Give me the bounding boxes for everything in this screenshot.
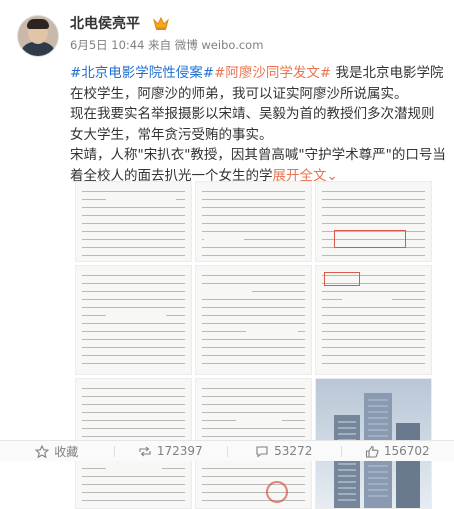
- comment-count: 53272: [274, 444, 312, 458]
- image-thumbnail[interactable]: [315, 265, 432, 375]
- image-thumbnail[interactable]: [75, 181, 192, 262]
- star-icon: [35, 445, 49, 458]
- like-count: 156702: [384, 444, 430, 458]
- avatar[interactable]: [18, 16, 58, 56]
- image-thumbnail[interactable]: [195, 265, 312, 375]
- repost-count: 172397: [157, 444, 203, 458]
- post-paragraph-2: 现在我要实名举报摄影以宋靖、吴毅为首的教授们多次潜规则女大学生，常年贪污受贿的事…: [70, 104, 446, 145]
- crown-icon[interactable]: [153, 16, 169, 30]
- repost-icon: [138, 445, 152, 458]
- comment-button[interactable]: 53272: [227, 441, 341, 461]
- username[interactable]: 北电侯亮平: [70, 13, 140, 33]
- comment-icon: [255, 445, 269, 458]
- thumbs-up-icon: [365, 445, 379, 458]
- post-meta: 6月5日 10:44 来自 微博 weibo.com: [70, 37, 263, 53]
- post-header: 北电侯亮平 6月5日 10:44 来自 微博 weibo.com: [0, 0, 454, 68]
- image-thumbnail[interactable]: [315, 181, 432, 262]
- hashtag-1[interactable]: #北京电影学院性侵案#: [70, 65, 214, 81]
- post-paragraph-1: #北京电影学院性侵案##阿廖沙同学发文# 我是北京电影学院在校学生，阿廖沙的师弟…: [70, 63, 446, 104]
- repost-button[interactable]: 172397: [114, 441, 228, 461]
- post-content: #北京电影学院性侵案##阿廖沙同学发文# 我是北京电影学院在校学生，阿廖沙的师弟…: [70, 63, 446, 187]
- post-text-3: 宋靖，人称"宋扒衣"教授，因其曾高喊"守护学术尊严"的口号当着全校人的面去扒光一…: [70, 147, 446, 184]
- action-bar: 收藏 172397 53272 156702: [0, 441, 454, 461]
- like-button[interactable]: 156702: [341, 441, 454, 461]
- favorite-button[interactable]: 收藏: [0, 441, 114, 461]
- image-thumbnail[interactable]: [75, 265, 192, 375]
- favorite-label: 收藏: [54, 443, 78, 460]
- hashtag-2[interactable]: #阿廖沙同学发文#: [214, 65, 331, 81]
- image-thumbnail[interactable]: [195, 181, 312, 262]
